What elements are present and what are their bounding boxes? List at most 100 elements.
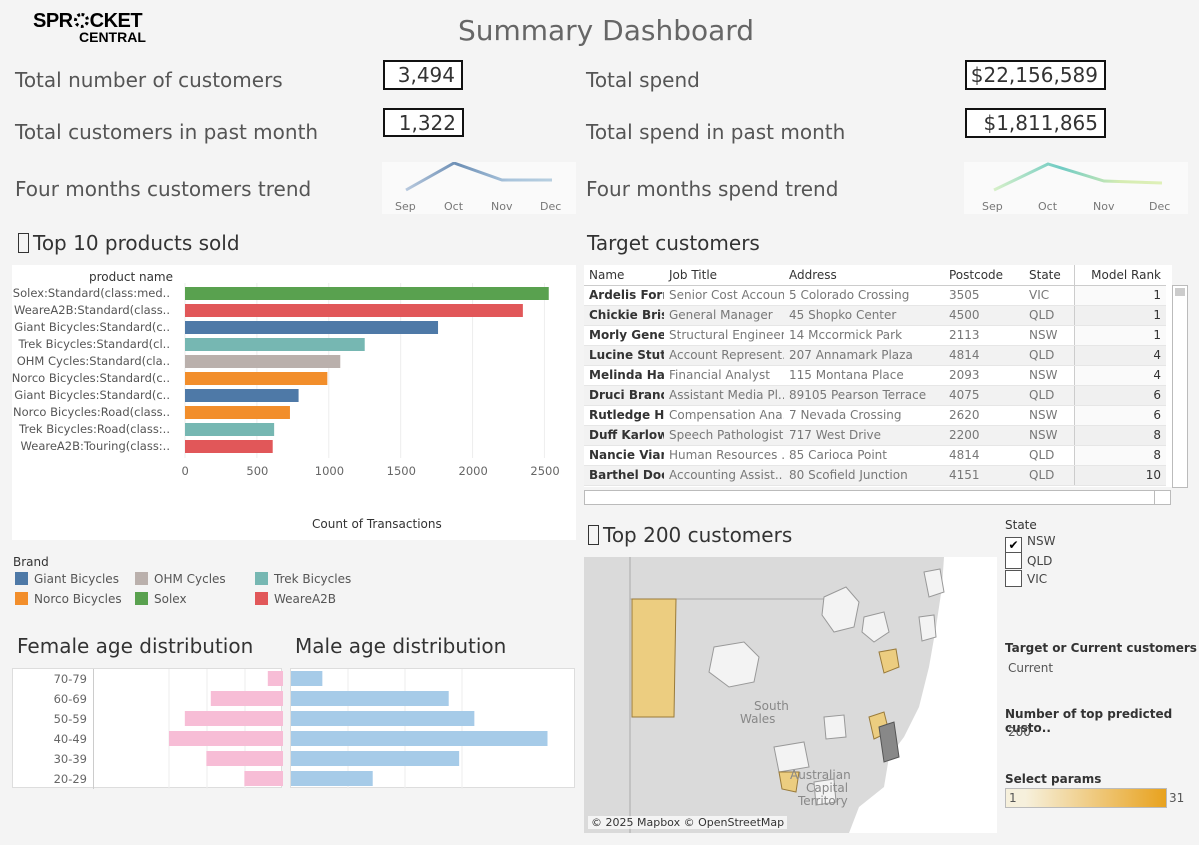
target-or-current-value[interactable]: Current xyxy=(1008,661,1053,675)
table-vertical-scrollbar[interactable] xyxy=(1172,285,1188,488)
state-filter-vic[interactable]: VIC xyxy=(1005,570,1047,587)
x-tick-label: 1000 xyxy=(314,464,345,478)
x-tick-label: 2500 xyxy=(530,464,560,478)
legend-label: Norco Bicycles xyxy=(34,592,122,606)
product-label: Norco Bicycles:Standard(c.. xyxy=(11,371,170,385)
spend-trend-sparkline: Sep Oct Nov Dec xyxy=(964,162,1188,214)
legend-swatch xyxy=(135,572,148,585)
male-age-bar[interactable] xyxy=(291,751,460,766)
male-age-bar[interactable] xyxy=(291,671,323,686)
male-age-bars xyxy=(291,669,548,789)
male-age-bar[interactable] xyxy=(291,731,548,746)
top-products-chart: product name Solex:Standard(class:med.. W… xyxy=(12,265,576,540)
age-group-labels: 70-79 60-69 50-59 40-49 30-39 20-29 xyxy=(13,669,93,789)
total-customers-value: 3,494 xyxy=(383,60,463,90)
product-bar[interactable] xyxy=(185,338,365,351)
legend-solex: Solex xyxy=(135,592,187,606)
female-age-bar[interactable] xyxy=(244,771,283,786)
product-axis-ticks: 0 500 1000 1500 2000 2500 xyxy=(172,464,576,480)
legend-swatch xyxy=(15,592,28,605)
past-month-customers-label: Total customers in past month xyxy=(15,120,319,144)
table-horizontal-scrollbar[interactable] xyxy=(584,490,1171,505)
legend-swatch xyxy=(255,592,268,605)
table-row[interactable]: Chickie Bris..General Manager45 Shopko C… xyxy=(584,305,1166,326)
legend-label: Trek Bicycles xyxy=(274,572,352,586)
cell-name: Chickie Bris.. xyxy=(584,305,664,326)
age-group-label: 40-49 xyxy=(53,732,87,746)
female-age-bars xyxy=(93,669,283,789)
state-filter-qld[interactable]: QLD xyxy=(1005,552,1052,569)
table-row[interactable]: Lucine Stutt Account Represent.. 207 Annam… xyxy=(584,345,1166,366)
map-attribution[interactable]: © 2025 Mapbox © OpenStreetMap xyxy=(588,816,788,829)
product-bar[interactable] xyxy=(185,440,273,453)
cell-job-title: Assistant Media Pl.. xyxy=(664,385,784,406)
col-header-state[interactable]: State xyxy=(1024,265,1074,286)
brand-legend: Giant Bicycles OHM Cycles Trek Bicycles … xyxy=(15,572,415,612)
table-row[interactable]: Rutledge H..Compensation Ana..7 Nevada C… xyxy=(584,405,1166,426)
table-row[interactable]: Nancie Vian Human Resources .. 85 Carioca … xyxy=(584,445,1166,466)
table-row[interactable]: Ardelis Forr..Senior Cost Accoun..5 Colo… xyxy=(584,285,1166,306)
select-params-color-legend[interactable] xyxy=(1005,788,1167,808)
product-bar[interactable] xyxy=(185,389,299,402)
female-age-bar[interactable] xyxy=(210,691,283,706)
female-age-bar[interactable] xyxy=(267,671,283,686)
col-header-address[interactable]: Address xyxy=(784,265,944,286)
product-bar[interactable] xyxy=(185,287,549,300)
product-labels: Solex:Standard(class:med.. WeareA2B:Stand… xyxy=(12,265,170,465)
col-header-model-rank[interactable]: Model Rank xyxy=(1073,265,1166,286)
product-bar[interactable] xyxy=(185,423,275,436)
female-age-bar[interactable] xyxy=(184,711,283,726)
x-tick-label: 1500 xyxy=(386,464,416,478)
cell-address: 14 Mccormick Park xyxy=(784,325,944,346)
cell-state: NSW xyxy=(1024,425,1074,446)
female-age-chart: 70-79 60-69 50-59 40-49 30-39 20-29 xyxy=(12,668,283,789)
cell-postcode: 2200 xyxy=(944,425,1024,446)
cell-state: NSW xyxy=(1024,405,1074,426)
customer-trend-label: Four months customers trend xyxy=(15,177,312,201)
total-customers-label: Total number of customers xyxy=(15,68,283,92)
cell-job-title: Structural Engineer xyxy=(664,325,784,346)
table-row[interactable]: Druci BrandliAssistant Media Pl..89105 P… xyxy=(584,385,1166,406)
cell-model-rank: 8 xyxy=(1073,445,1166,466)
table-row[interactable]: Duff Karlow..Speech Pathologist717 West … xyxy=(584,425,1166,446)
male-age-bar[interactable] xyxy=(291,711,475,726)
product-bar[interactable] xyxy=(185,304,523,317)
scrollbar-thumb[interactable] xyxy=(1175,288,1185,296)
cell-name: Lucine Stutt xyxy=(584,345,664,366)
cell-name: Duff Karlow.. xyxy=(584,425,664,446)
legend-label: WeareA2B xyxy=(274,592,337,606)
legend-weare-a2b: WeareA2B xyxy=(255,592,336,606)
age-group-label: 70-79 xyxy=(53,672,87,686)
top-n-value[interactable]: 200 xyxy=(1008,725,1031,739)
col-header-postcode[interactable]: Postcode xyxy=(944,265,1024,286)
male-age-bar[interactable] xyxy=(291,691,449,706)
scrollbar-corner xyxy=(1154,491,1170,504)
map-label-wales: Wales xyxy=(740,712,776,726)
cell-job-title: Accounting Assist.. xyxy=(664,465,784,486)
cell-address: 89105 Pearson Terrace xyxy=(784,385,944,406)
male-age-bar[interactable] xyxy=(291,771,373,786)
female-age-bar[interactable] xyxy=(206,751,283,766)
col-header-job-title[interactable]: Job Title xyxy=(664,265,784,286)
legend-swatch xyxy=(255,572,268,585)
table-row[interactable]: Melinda Ha..Financial Analyst115 Montana… xyxy=(584,365,1166,386)
map-label-territory: Territory xyxy=(798,794,848,808)
target-customers-table-container[interactable]: Name Job Title Address Postcode State Mo… xyxy=(584,265,1172,487)
product-bar[interactable] xyxy=(185,372,328,385)
product-bar[interactable] xyxy=(185,406,290,419)
past-month-spend-value: $1,811,865 xyxy=(965,108,1106,138)
table-row[interactable]: Morly Gene..Structural Engineer14 Mccorm… xyxy=(584,325,1166,346)
product-label: Giant Bicycles:Standard(c.. xyxy=(14,388,170,402)
product-bar[interactable] xyxy=(185,321,439,334)
state-filter: ✔ NSW QLD VIC xyxy=(1005,534,1125,594)
col-header-name[interactable]: Name xyxy=(584,265,664,286)
missing-glyph-icon xyxy=(18,233,29,253)
table-row[interactable]: Barthel Doc..Accounting Assist..80 Scofi… xyxy=(584,465,1166,486)
customers-map[interactable]: South Wales Australian Capital Territory… xyxy=(584,557,997,833)
checkbox-icon[interactable] xyxy=(1005,570,1022,587)
product-bar[interactable] xyxy=(185,355,341,368)
state-filter-nsw[interactable]: ✔ NSW xyxy=(1005,534,1055,554)
state-label: VIC xyxy=(1027,572,1048,586)
female-age-bar[interactable] xyxy=(169,731,283,746)
checkbox-icon[interactable] xyxy=(1005,552,1022,569)
